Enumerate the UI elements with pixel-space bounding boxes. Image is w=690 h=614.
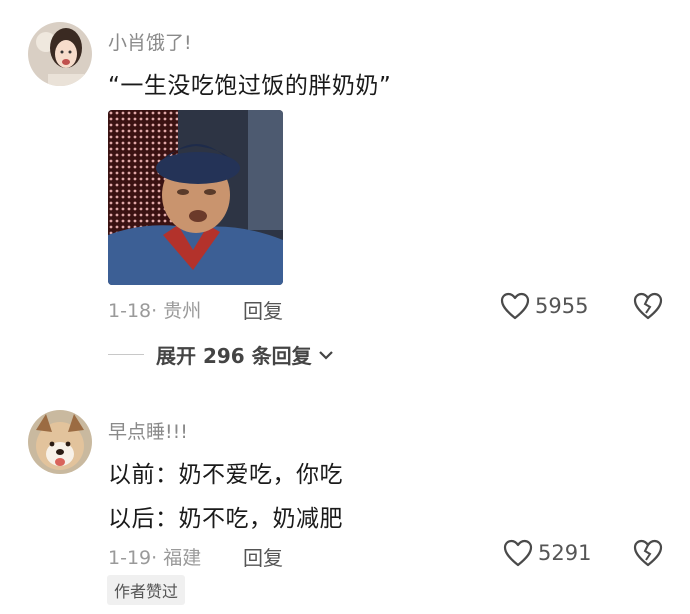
broken-heart-icon bbox=[633, 539, 663, 567]
comment-date-location: 1-18· 贵州 bbox=[108, 300, 202, 322]
comment-text-line: 以前：奶不爱吃，你吃 bbox=[108, 462, 343, 488]
like-count: 5291 bbox=[538, 541, 592, 565]
heart-outline-icon bbox=[503, 539, 533, 567]
meme-image[interactable] bbox=[108, 110, 283, 285]
reply-button[interactable]: 回复 bbox=[243, 295, 283, 324]
dislike-button[interactable] bbox=[633, 539, 663, 571]
avatar[interactable] bbox=[28, 22, 92, 86]
avatar[interactable] bbox=[28, 410, 92, 474]
author-liked-badge: 作者赞过 bbox=[107, 575, 186, 605]
comment-text: “一生没吃饱过饭的胖奶奶” bbox=[108, 73, 392, 99]
username[interactable]: 早点睡!!! bbox=[108, 417, 188, 444]
username[interactable]: 小肖饿了! bbox=[108, 28, 192, 55]
like-button[interactable]: 5955 bbox=[500, 292, 588, 320]
like-count: 5955 bbox=[535, 294, 589, 318]
comment-date-location: 1-19· 福建 bbox=[108, 547, 202, 569]
divider-line bbox=[108, 354, 144, 355]
chevron-down-icon bbox=[318, 350, 333, 360]
like-button[interactable]: 5291 bbox=[503, 539, 591, 567]
comment-text-line: 以后：奶不吃，奶减肥 bbox=[108, 506, 343, 532]
dislike-button[interactable] bbox=[633, 292, 663, 324]
reply-button[interactable]: 回复 bbox=[243, 542, 283, 571]
broken-heart-icon bbox=[633, 292, 663, 320]
heart-outline-icon bbox=[500, 292, 530, 320]
expand-replies-label: 展开 296 条回复 bbox=[156, 344, 312, 368]
expand-replies-button[interactable]: 展开 296 条回复 bbox=[108, 340, 335, 369]
